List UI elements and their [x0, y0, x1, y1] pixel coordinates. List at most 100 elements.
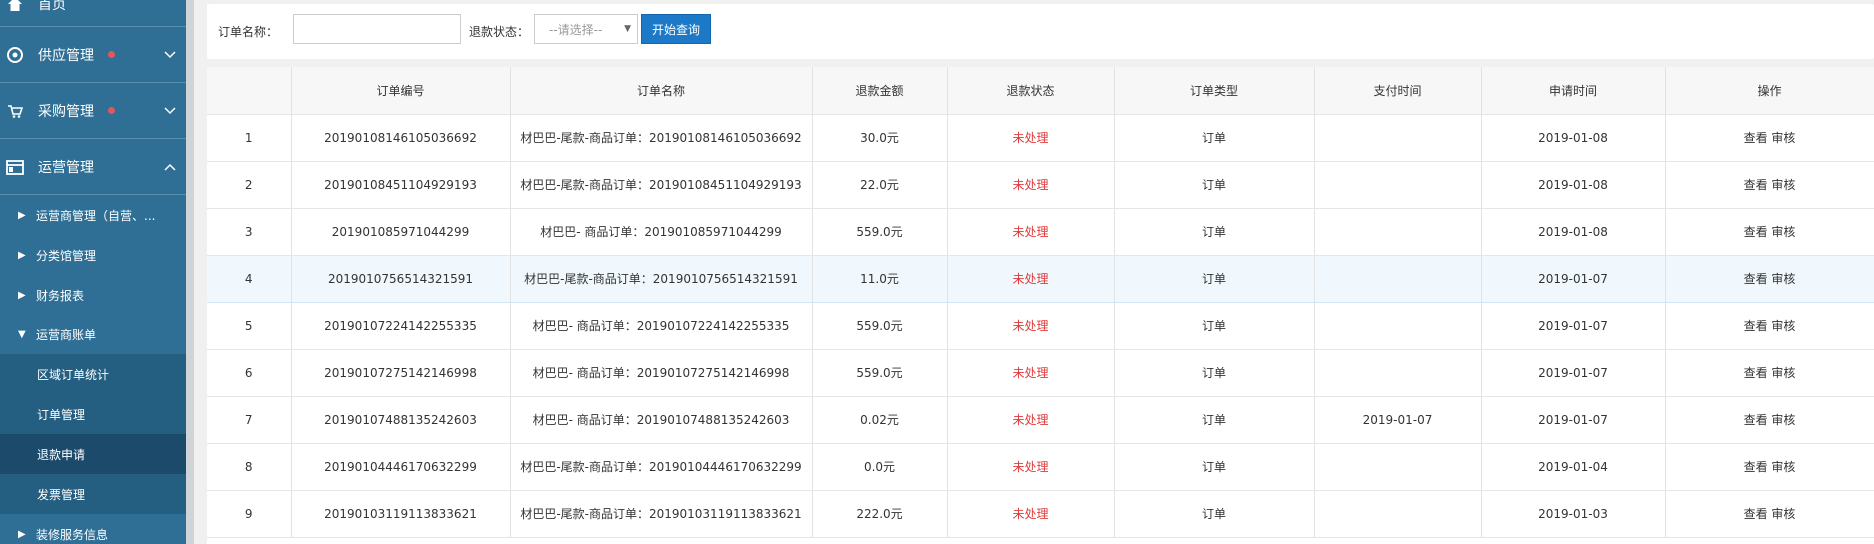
sidebar-item-invoice-management[interactable]: 发票管理: [0, 474, 186, 514]
review-link[interactable]: 审核: [1771, 460, 1795, 474]
table-row: 7 20190107488135242603 材巴巴- 商品订单：201901074…: [207, 396, 1874, 444]
sidebar-item-label: 退款申请: [37, 447, 86, 462]
nav-operation-label: 运营管理: [38, 159, 94, 176]
cell-actions: 查看 审核: [1665, 349, 1874, 397]
caret-right-icon: ▶: [18, 528, 26, 540]
cell-order-type: 订单: [1114, 349, 1315, 397]
view-link[interactable]: 查看: [1744, 366, 1768, 380]
cell-refund-status: 未处理: [947, 443, 1115, 491]
refund-status-select[interactable]: --请选择-- ▼: [534, 14, 638, 44]
cell-refund-status: 未处理: [947, 255, 1115, 303]
cell-refund-status: 未处理: [947, 396, 1115, 444]
table-header-row: 订单编号 订单名称 退款金额 退款状态 订单类型 支付时间 申请时间 操作: [207, 67, 1874, 115]
review-link[interactable]: 审核: [1771, 319, 1795, 333]
column-header-refund-status: 退款状态: [947, 67, 1115, 115]
cell-order-type: 订单: [1114, 490, 1315, 538]
table-row: 5 20190107224142255335 材巴巴- 商品订单：201901072…: [207, 302, 1874, 350]
order-name-input[interactable]: [293, 14, 461, 44]
nav-home[interactable]: 首页: [0, 0, 186, 27]
table-row: 6 20190107275142146998 材巴巴- 商品订单：201901072…: [207, 349, 1874, 397]
cell-index: 2: [207, 161, 292, 209]
table-row: 8 20190104446170632299 材巴巴-尾款-商品订单：2019010…: [207, 443, 1874, 491]
cell-refund-amount: 222.0元: [812, 490, 948, 538]
sidebar-scrollbar[interactable]: [186, 0, 194, 544]
table-row: 3 201901085971044299 材巴巴- 商品订单：20190108597…: [207, 208, 1874, 256]
review-link[interactable]: 审核: [1771, 413, 1795, 427]
nav-purchase-management[interactable]: 采购管理: [0, 83, 186, 139]
nav-supply-label: 供应管理: [38, 47, 94, 64]
nav-operation-management[interactable]: 运营管理: [0, 139, 186, 195]
cart-icon: [6, 103, 24, 119]
sidebar-item-financial-report[interactable]: ▶ 财务报表: [0, 275, 186, 315]
refund-table: 订单编号 订单名称 退款金额 退款状态 订单类型 支付时间 申请时间 操作 12…: [207, 67, 1874, 544]
chevron-up-icon: [164, 159, 176, 175]
cell-order-type: 订单: [1114, 114, 1315, 162]
cell-refund-amount: 559.0元: [812, 302, 948, 350]
sidebar-item-label: 装修服务信息: [36, 527, 109, 542]
cell-actions: 查看 审核: [1665, 114, 1874, 162]
cell-actions: 查看 审核: [1665, 490, 1874, 538]
cell-index: 3: [207, 208, 292, 256]
cell-refund-amount: 559.0元: [812, 208, 948, 256]
table-row: 4 2019010756514321591 材巴巴-尾款-商品订单：20190107…: [207, 255, 1874, 303]
cell-apply-time: 2019-01-07: [1481, 302, 1666, 350]
cell-refund-amount: 559.0元: [812, 349, 948, 397]
review-link[interactable]: 审核: [1771, 366, 1795, 380]
sidebar-item-refund-application[interactable]: 退款申请: [0, 434, 186, 474]
sidebar-item-label: 区域订单统计: [37, 367, 110, 382]
cell-pay-time: [1314, 161, 1482, 209]
sidebar-item-label: 运营商账单: [36, 327, 97, 342]
nav-supply-management[interactable]: 供应管理: [0, 27, 186, 83]
view-link[interactable]: 查看: [1744, 460, 1768, 474]
cell-order-no: 20190107488135242603: [291, 396, 511, 444]
cell-pay-time: [1314, 114, 1482, 162]
review-link[interactable]: 审核: [1771, 178, 1795, 192]
cell-order-type: 订单: [1114, 208, 1315, 256]
cell-order-type: 订单: [1114, 302, 1315, 350]
sidebar-item-operator-management[interactable]: ▶ 运营商管理（自营、...: [0, 195, 186, 235]
column-header-index: [207, 67, 292, 115]
sidebar-item-decoration-service[interactable]: ▶ 装修服务信息: [0, 514, 186, 544]
view-link[interactable]: 查看: [1744, 178, 1768, 192]
start-query-button[interactable]: 开始查询: [641, 14, 711, 44]
column-header-pay-time: 支付时间: [1314, 67, 1482, 115]
sidebar-item-order-management[interactable]: 订单管理: [0, 394, 186, 434]
sidebar-item-operator-bill[interactable]: ▼ 运营商账单: [0, 314, 186, 354]
view-link[interactable]: 查看: [1744, 131, 1768, 145]
cell-actions: 查看 审核: [1665, 302, 1874, 350]
search-form: 订单名称： 退款状态： --请选择-- ▼ 开始查询: [207, 4, 1874, 59]
sidebar-item-category-hall[interactable]: ▶ 分类馆管理: [0, 235, 186, 275]
cell-order-no: 20190107224142255335: [291, 302, 511, 350]
cell-refund-status: 未处理: [947, 490, 1115, 538]
cell-order-type: 订单: [1114, 396, 1315, 444]
view-link[interactable]: 查看: [1744, 225, 1768, 239]
view-link[interactable]: 查看: [1744, 319, 1768, 333]
cell-refund-amount: 0.02元: [812, 396, 948, 444]
chevron-down-icon: [164, 103, 176, 119]
table-row: 9 20190103119113833621 材巴巴-尾款-商品订单：2019010…: [207, 490, 1874, 538]
review-link[interactable]: 审核: [1771, 131, 1795, 145]
cell-actions: 查看 审核: [1665, 396, 1874, 444]
review-link[interactable]: 审核: [1771, 272, 1795, 286]
cell-order-no: 20190104446170632299: [291, 443, 511, 491]
view-link[interactable]: 查看: [1744, 507, 1768, 521]
review-link[interactable]: 审核: [1771, 225, 1795, 239]
view-link[interactable]: 查看: [1744, 413, 1768, 427]
column-header-order-type: 订单类型: [1114, 67, 1315, 115]
review-link[interactable]: 审核: [1771, 507, 1795, 521]
cell-index: 5: [207, 302, 292, 350]
cell-apply-time: 2019-01-03: [1481, 490, 1666, 538]
sidebar-item-label: 运营商管理（自营、...: [36, 208, 156, 223]
cell-apply-time: 2019-01-07: [1481, 255, 1666, 303]
cell-index: 7: [207, 396, 292, 444]
sidebar-item-label: 订单管理: [37, 407, 86, 422]
nav-home-label: 首页: [38, 0, 66, 13]
table-row: 1 20190108146105036692 材巴巴-尾款-商品订单：2019010…: [207, 114, 1874, 162]
column-header-actions: 操作: [1665, 67, 1874, 115]
cell-order-name: 材巴巴-尾款-商品订单：20190108451104929193: [510, 161, 813, 209]
cell-refund-amount: 30.0元: [812, 114, 948, 162]
cell-apply-time: 2019-01-08: [1481, 161, 1666, 209]
view-link[interactable]: 查看: [1744, 272, 1768, 286]
sidebar-item-regional-order-stats[interactable]: 区域订单统计: [0, 354, 186, 394]
cell-pay-time: [1314, 208, 1482, 256]
